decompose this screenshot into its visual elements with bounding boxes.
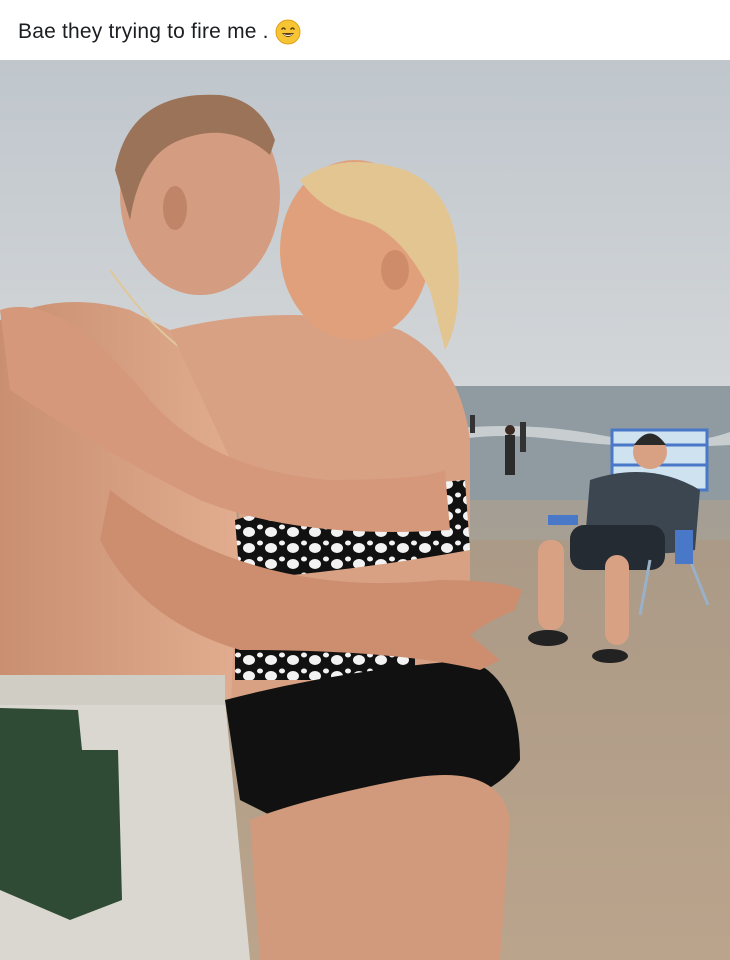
smiling-face-emoji-icon (275, 19, 301, 45)
social-post: Bae they trying to fire me . (0, 0, 730, 960)
beach-photo-image (0, 60, 730, 960)
beach-photo[interactable] (0, 60, 730, 960)
post-caption: Bae they trying to fire me . (18, 16, 301, 48)
caption-text: Bae they trying to fire me . (18, 20, 269, 43)
